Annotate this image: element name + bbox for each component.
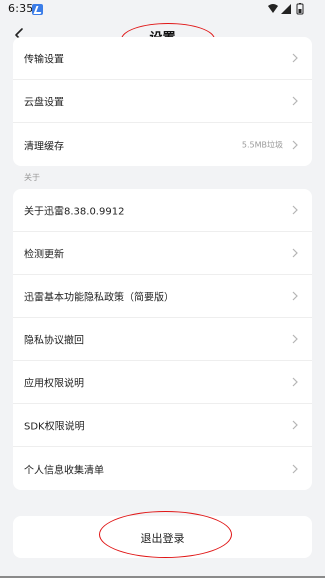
row-label: 关于迅雷8.38.0.9912 bbox=[24, 206, 125, 218]
row-cloud-settings[interactable]: 云盘设置 bbox=[13, 80, 312, 123]
chevron-right-icon bbox=[292, 248, 298, 258]
row-label: 清理缓存 bbox=[24, 141, 64, 152]
row-label: 隐私协议撤回 bbox=[24, 335, 84, 347]
logout-button[interactable]: 退出登录 bbox=[13, 511, 312, 558]
chevron-right-icon bbox=[292, 464, 298, 473]
row-label: 云盘设置 bbox=[24, 97, 64, 109]
logout-annotation-circle bbox=[99, 511, 232, 558]
row-check-update[interactable]: 检测更新 bbox=[13, 232, 312, 275]
row-label: 个人信息收集清单 bbox=[24, 465, 104, 476]
row-label: 传输设置 bbox=[24, 54, 64, 66]
cache-size-value: 5.5MB垃圾 bbox=[241, 140, 283, 149]
row-personal-info-list[interactable]: 个人信息收集清单 bbox=[13, 447, 312, 490]
chevron-right-icon bbox=[292, 377, 298, 387]
chevron-right-icon bbox=[292, 140, 298, 149]
signal-icon bbox=[281, 4, 291, 14]
chevron-right-icon bbox=[292, 53, 298, 63]
row-label: 应用权限说明 bbox=[24, 378, 84, 390]
status-time: 6:35 bbox=[8, 2, 34, 15]
row-about-app[interactable]: 关于迅雷8.38.0.9912 bbox=[13, 189, 312, 232]
app-notification-icon bbox=[32, 4, 43, 15]
chevron-right-icon bbox=[292, 334, 298, 344]
row-privacy-policy-brief[interactable]: 迅雷基本功能隐私政策（简要版） bbox=[13, 275, 312, 318]
chevron-right-icon bbox=[292, 420, 298, 430]
row-label: 检测更新 bbox=[24, 249, 64, 261]
status-bar: 6:35 bbox=[0, 0, 325, 18]
chevron-right-icon bbox=[292, 96, 298, 106]
top-settings-card: 传输设置 云盘设置 清理缓存 5.5MB垃圾 bbox=[13, 37, 312, 166]
chevron-right-icon bbox=[292, 205, 298, 215]
section-label-about: 关于 bbox=[24, 173, 40, 182]
chevron-right-icon bbox=[292, 291, 298, 301]
wifi-icon bbox=[268, 4, 278, 13]
row-sdk-permissions[interactable]: SDK权限说明 bbox=[13, 404, 312, 447]
row-app-permissions[interactable]: 应用权限说明 bbox=[13, 361, 312, 404]
row-privacy-withdraw[interactable]: 隐私协议撤回 bbox=[13, 318, 312, 361]
row-label: SDK权限说明 bbox=[24, 421, 85, 433]
row-clear-cache[interactable]: 清理缓存 5.5MB垃圾 bbox=[13, 123, 312, 166]
row-transfer-settings[interactable]: 传输设置 bbox=[13, 37, 312, 80]
status-icons bbox=[268, 3, 304, 15]
battery-icon bbox=[296, 3, 304, 15]
row-label: 迅雷基本功能隐私政策（简要版） bbox=[24, 292, 174, 304]
about-card: 关于迅雷8.38.0.9912 检测更新 迅雷基本功能隐私政策（简要版） 隐私协… bbox=[13, 189, 312, 490]
